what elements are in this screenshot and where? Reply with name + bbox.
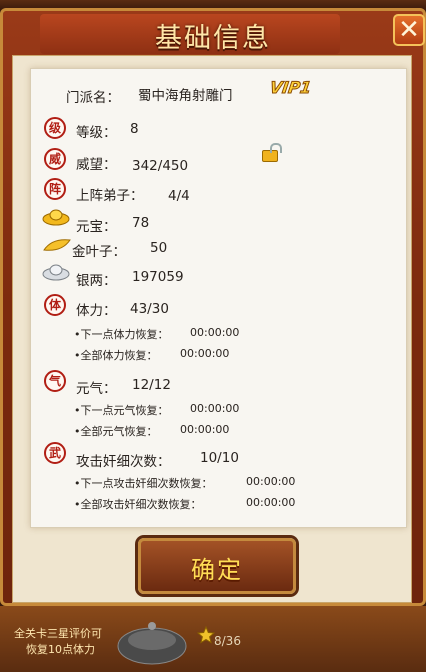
vigor-all-label: •全部元气恢复：: [74, 425, 158, 438]
gold-leaf-value: 50: [150, 240, 168, 256]
vigor-label: 元气：: [76, 381, 117, 397]
bottom-bar: 全关卡三星评价可 恢复10点体力 8/36: [0, 606, 426, 672]
stamina-next-label: •下一点体力恢复：: [74, 328, 169, 341]
vigor-value: 12/12: [132, 377, 171, 393]
stamina-next-value: 00:00:00: [190, 326, 240, 339]
disciples-seal-icon: 阵: [44, 178, 66, 200]
star-progress: 8/36: [214, 634, 241, 648]
yuanbao-label: 元宝：: [76, 219, 117, 235]
attack-all-label: •全部攻击奸细次数恢复：: [74, 498, 202, 511]
attack-seal-icon: 武: [44, 442, 66, 464]
sect-name-label: 门派名：: [66, 90, 120, 106]
stamina-all-value: 00:00:00: [180, 347, 230, 360]
gold-leaf-icon: [43, 239, 71, 251]
stamina-label: 体力：: [76, 303, 117, 319]
bottom-hint-line1: 全关卡三星评价可: [14, 627, 102, 640]
yuanbao-icon: [42, 209, 70, 226]
silver-label: 银两：: [76, 273, 117, 289]
stamina-value: 43/30: [130, 301, 169, 317]
sect-name-value: 蜀中海角射雕门: [138, 88, 233, 104]
level-label: 等级：: [76, 125, 117, 141]
attack-next-label: •下一点攻击奸细次数恢复：: [74, 477, 213, 490]
level-value: 8: [130, 121, 139, 137]
panel-title: 基础信息: [155, 23, 271, 54]
stamina-all-label: •全部体力恢复：: [74, 349, 158, 362]
close-button[interactable]: ✕: [393, 14, 425, 46]
treasure-bowl-icon[interactable]: [116, 614, 188, 668]
star-icon: [197, 626, 215, 644]
lock-icon[interactable]: [262, 143, 282, 162]
vigor-all-value: 00:00:00: [180, 423, 230, 436]
yuanbao-value: 78: [132, 215, 150, 231]
confirm-button[interactable]: 确定: [138, 538, 296, 594]
vigor-next-label: •下一点元气恢复：: [74, 404, 169, 417]
vip-badge: VIP1: [268, 78, 313, 98]
prestige-value: 342/450: [132, 158, 189, 174]
bottom-hint-line2: 恢复10点体力: [26, 643, 95, 656]
attack-all-value: 00:00:00: [246, 496, 296, 509]
stamina-seal-icon: 体: [44, 294, 66, 316]
confirm-button-label: 确定: [191, 556, 243, 584]
prestige-label: 威望：: [76, 157, 117, 173]
disciples-label: 上阵弟子：: [76, 188, 144, 204]
vigor-next-value: 00:00:00: [190, 402, 240, 415]
vigor-seal-icon: 气: [44, 370, 66, 392]
gold-leaf-label: 金叶子：: [72, 244, 126, 260]
level-seal-icon: 级: [44, 117, 66, 139]
attack-count-value: 10/10: [200, 450, 239, 466]
attack-count-label: 攻击奸细次数：: [76, 454, 171, 470]
silver-ingot-icon: [42, 264, 70, 281]
attack-next-value: 00:00:00: [246, 475, 296, 488]
silver-value: 197059: [132, 269, 184, 285]
disciples-value: 4/4: [168, 188, 190, 204]
prestige-seal-icon: 威: [44, 148, 66, 170]
